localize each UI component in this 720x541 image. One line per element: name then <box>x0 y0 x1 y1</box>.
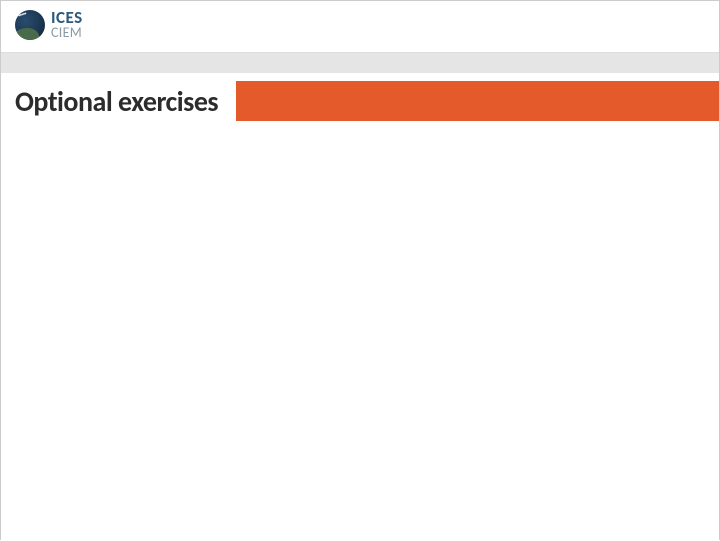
title-band: Optional exercises <box>1 81 719 121</box>
logo-header: ICES CIEM <box>1 1 719 53</box>
title-accent <box>236 81 719 121</box>
globe-icon <box>15 10 45 40</box>
slide-body <box>1 121 719 541</box>
gap <box>1 73 719 81</box>
org-logo: ICES CIEM <box>15 9 83 40</box>
logo-text: ICES CIEM <box>51 9 83 40</box>
title-container: Optional exercises <box>1 81 236 121</box>
divider-band <box>1 53 719 73</box>
page-title: Optional exercises <box>15 84 218 119</box>
logo-line2: CIEM <box>51 26 83 40</box>
